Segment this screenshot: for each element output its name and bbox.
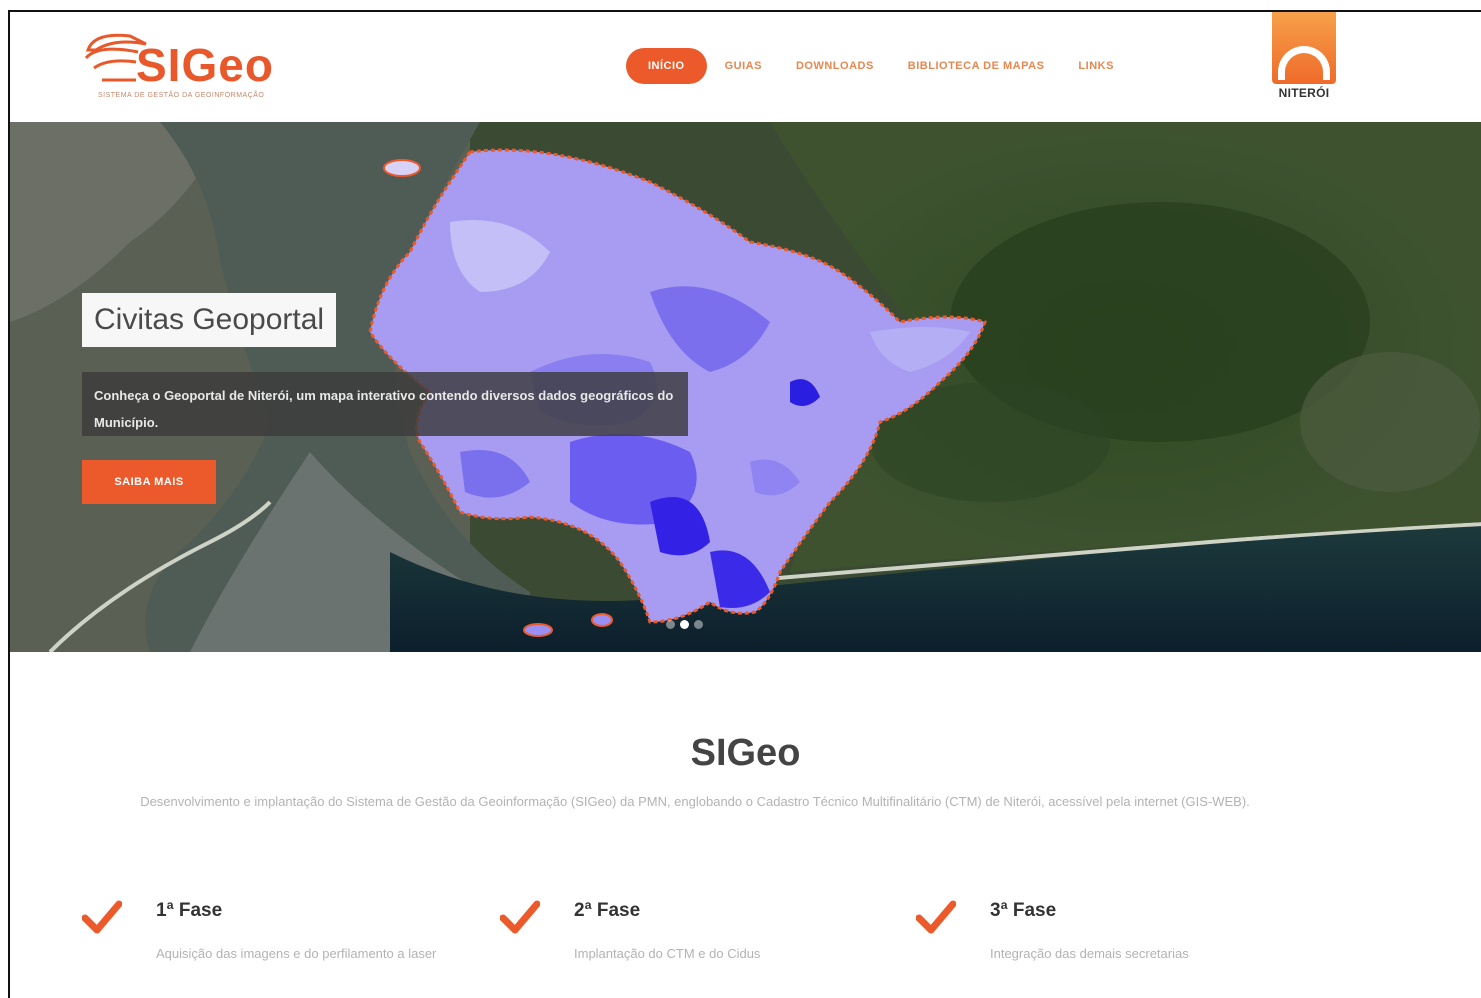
main-nav: INÍCIO GUIAS DOWNLOADS BIBLIOTECA DE MAP… [626,46,1148,86]
nav-item-links[interactable]: LINKS [1078,60,1114,72]
checkmark-icon [916,900,956,934]
sigeo-logo[interactable]: SIGeo SISTEMA DE GESTÃO DA GEOINFORMAÇÃO [84,28,304,108]
phase-text: Aquisição das imagens e do perfilamento … [156,946,437,961]
niteroi-label: NITERÓI [1278,86,1330,100]
hero-slider: Civitas Geoportal Conheça o Geoportal de… [10,122,1481,652]
nav-item-downloads[interactable]: DOWNLOADS [796,60,874,72]
section-description: Desenvolvimento e implantação do Sistema… [140,794,1250,809]
hero-description: Conheça o Geoportal de Niterói, um mapa … [82,372,688,436]
slider-dot-2[interactable] [680,620,689,629]
nav-item-inicio[interactable]: INÍCIO [626,48,707,84]
logo-text: SIGeo [136,39,274,91]
saiba-mais-button[interactable]: SAIBA MAIS [82,460,216,504]
phase-title: 3ª Fase [990,900,1057,921]
page: SIGeo SISTEMA DE GESTÃO DA GEOINFORMAÇÃO… [8,10,1481,998]
slider-dot-1[interactable] [666,620,675,629]
hero-title: Civitas Geoportal [82,293,337,347]
section-title: SIGeo [690,732,801,774]
checkmark-icon [500,900,540,934]
phase-title: 2ª Fase [574,900,641,921]
phase-title: 1ª Fase [156,900,223,921]
slider-dots [666,620,703,629]
site-header: SIGeo SISTEMA DE GESTÃO DA GEOINFORMAÇÃO… [10,12,1481,122]
logo-subtitle: SISTEMA DE GESTÃO DA GEOINFORMAÇÃO [98,92,265,99]
phase-item-2: 2ª Fase Implantação do CTM e do Cidus [500,894,840,998]
phase-item-3: 3ª Fase Integração das demais secretaria… [916,894,1256,998]
checkmark-icon [82,900,122,934]
phase-item-1: 1ª Fase Aquisição das imagens e do perfi… [82,894,436,998]
nav-item-guias[interactable]: GUIAS [725,60,762,72]
nav-item-biblioteca-de-mapas[interactable]: BIBLIOTECA DE MAPAS [908,60,1045,72]
slider-dot-3[interactable] [694,620,703,629]
phase-text: Implantação do CTM e do Cidus [574,946,761,961]
phase-text: Integração das demais secretarias [990,946,1189,961]
niteroi-city-logo[interactable]: NITERÓI [1268,12,1340,110]
